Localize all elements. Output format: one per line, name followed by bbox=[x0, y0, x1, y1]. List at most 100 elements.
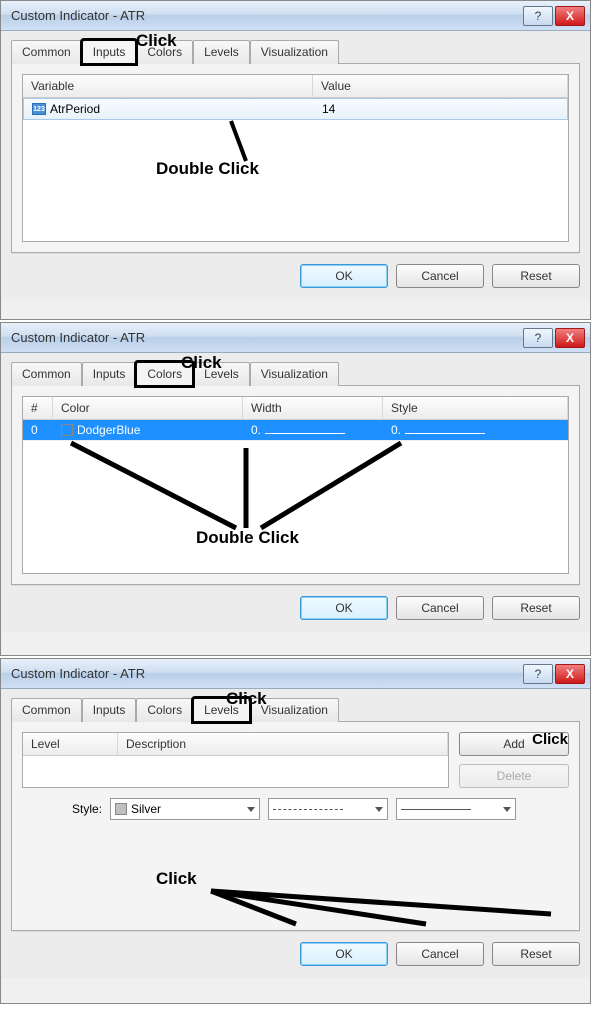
ok-button[interactable]: OK bbox=[300, 596, 388, 620]
tab-panel: Click Level Description Add Delete Styl bbox=[11, 721, 580, 931]
dialog-inputs: Custom Indicator - ATR ? X Click Common … bbox=[0, 0, 591, 320]
tab-colors[interactable]: Colors bbox=[136, 40, 193, 64]
titlebar: Custom Indicator - ATR ? X bbox=[1, 659, 590, 689]
chevron-down-icon bbox=[375, 807, 383, 812]
dialog-buttons: OK Cancel Reset bbox=[11, 253, 580, 292]
titlebar-buttons: ? X bbox=[523, 6, 585, 26]
var-value[interactable]: 14 bbox=[314, 99, 567, 119]
help-icon: ? bbox=[535, 667, 542, 681]
close-icon: X bbox=[566, 667, 574, 681]
table-header: Variable Value bbox=[23, 75, 568, 98]
col-style[interactable]: Style bbox=[383, 397, 568, 419]
table-header: Level Description bbox=[23, 733, 448, 756]
ok-button[interactable]: OK bbox=[300, 264, 388, 288]
tab-panel: Variable Value 123 AtrPeriod 14 bbox=[11, 63, 580, 253]
reset-button[interactable]: Reset bbox=[492, 264, 580, 288]
col-description[interactable]: Description bbox=[118, 733, 448, 755]
close-button[interactable]: X bbox=[555, 328, 585, 348]
tab-panel: # Color Width Style 0 DodgerBlue 0. bbox=[11, 385, 580, 585]
color-swatch bbox=[61, 424, 73, 436]
dialog-body: Common Inputs Colors Levels Visualizatio… bbox=[1, 31, 590, 300]
tab-levels[interactable]: Levels bbox=[193, 362, 250, 386]
tab-common[interactable]: Common bbox=[11, 698, 82, 722]
dash-sample bbox=[273, 809, 343, 810]
cancel-button[interactable]: Cancel bbox=[396, 264, 484, 288]
levels-left: Level Description bbox=[22, 732, 449, 788]
table-row[interactable]: 123 AtrPeriod 14 bbox=[23, 98, 568, 120]
close-button[interactable]: X bbox=[555, 6, 585, 26]
silver-swatch bbox=[115, 803, 127, 815]
col-hash[interactable]: # bbox=[23, 397, 53, 419]
levels-body: Level Description Add Delete bbox=[22, 732, 569, 788]
dialog-levels: Custom Indicator - ATR ? X Click Common … bbox=[0, 658, 591, 1004]
tab-inputs[interactable]: Inputs bbox=[82, 362, 137, 386]
tab-colors[interactable]: Colors bbox=[136, 362, 193, 386]
reset-button[interactable]: Reset bbox=[492, 596, 580, 620]
help-button[interactable]: ? bbox=[523, 664, 553, 684]
table-row[interactable]: 0 DodgerBlue 0. 0. bbox=[23, 420, 568, 441]
solid-sample bbox=[401, 809, 471, 810]
dialog-body: Common Inputs Colors Levels Visualizatio… bbox=[1, 353, 590, 632]
tab-visualization[interactable]: Visualization bbox=[250, 362, 339, 386]
style-val: 0. bbox=[391, 423, 401, 437]
titlebar: Custom Indicator - ATR ? X bbox=[1, 323, 590, 353]
dialog-buttons: OK Cancel Reset bbox=[11, 585, 580, 624]
tab-colors[interactable]: Colors bbox=[136, 698, 193, 722]
dialog-buttons: OK Cancel Reset bbox=[11, 931, 580, 970]
var-name: AtrPeriod bbox=[50, 102, 100, 116]
tab-common[interactable]: Common bbox=[11, 40, 82, 64]
tab-visualization[interactable]: Visualization bbox=[250, 40, 339, 64]
tab-inputs[interactable]: Inputs bbox=[82, 698, 137, 722]
width-sample bbox=[265, 433, 345, 434]
cancel-button[interactable]: Cancel bbox=[396, 596, 484, 620]
inputs-table: Variable Value 123 AtrPeriod 14 bbox=[22, 74, 569, 242]
ok-button[interactable]: OK bbox=[300, 942, 388, 966]
color-name: DodgerBlue bbox=[77, 423, 140, 437]
tab-levels[interactable]: Levels bbox=[193, 698, 250, 722]
window-title: Custom Indicator - ATR bbox=[11, 666, 523, 681]
titlebar: Custom Indicator - ATR ? X bbox=[1, 1, 590, 31]
dialog-colors: Custom Indicator - ATR ? X Click Common … bbox=[0, 322, 591, 656]
int-icon: 123 bbox=[32, 103, 46, 115]
tab-strip: Common Inputs Colors Levels Visualizatio… bbox=[11, 697, 580, 721]
tab-strip: Common Inputs Colors Levels Visualizatio… bbox=[11, 39, 580, 63]
add-button[interactable]: Add bbox=[459, 732, 569, 756]
col-color[interactable]: Color bbox=[53, 397, 243, 419]
tab-strip: Common Inputs Colors Levels Visualizatio… bbox=[11, 361, 580, 385]
row-num: 0 bbox=[23, 420, 53, 440]
close-button[interactable]: X bbox=[555, 664, 585, 684]
tab-levels[interactable]: Levels bbox=[193, 40, 250, 64]
tab-common[interactable]: Common bbox=[11, 362, 82, 386]
col-width[interactable]: Width bbox=[243, 397, 383, 419]
style-dash-dropdown[interactable] bbox=[268, 798, 388, 820]
cancel-button[interactable]: Cancel bbox=[396, 942, 484, 966]
help-button[interactable]: ? bbox=[523, 328, 553, 348]
levels-right: Add Delete bbox=[459, 732, 569, 788]
help-button[interactable]: ? bbox=[523, 6, 553, 26]
close-icon: X bbox=[566, 331, 574, 345]
col-level[interactable]: Level bbox=[23, 733, 118, 755]
style-color-dropdown[interactable]: Silver bbox=[110, 798, 260, 820]
col-variable[interactable]: Variable bbox=[23, 75, 313, 97]
reset-button[interactable]: Reset bbox=[492, 942, 580, 966]
col-value[interactable]: Value bbox=[313, 75, 568, 97]
tab-inputs[interactable]: Inputs bbox=[82, 40, 137, 64]
levels-table: Level Description bbox=[22, 732, 449, 788]
titlebar-buttons: ? X bbox=[523, 328, 585, 348]
delete-button: Delete bbox=[459, 764, 569, 788]
chevron-down-icon bbox=[247, 807, 255, 812]
tab-visualization[interactable]: Visualization bbox=[250, 698, 339, 722]
style-label: Style: bbox=[72, 802, 102, 816]
help-icon: ? bbox=[535, 9, 542, 23]
dialog-body: Common Inputs Colors Levels Visualizatio… bbox=[1, 689, 590, 978]
window-title: Custom Indicator - ATR bbox=[11, 330, 523, 345]
help-icon: ? bbox=[535, 331, 542, 345]
chevron-down-icon bbox=[503, 807, 511, 812]
style-sample bbox=[405, 433, 485, 434]
style-width-dropdown[interactable] bbox=[396, 798, 516, 820]
width-val: 0. bbox=[251, 423, 261, 437]
close-icon: X bbox=[566, 9, 574, 23]
style-row: Style: Silver bbox=[22, 788, 569, 820]
style-color-name: Silver bbox=[131, 802, 161, 816]
table-header: # Color Width Style bbox=[23, 397, 568, 420]
